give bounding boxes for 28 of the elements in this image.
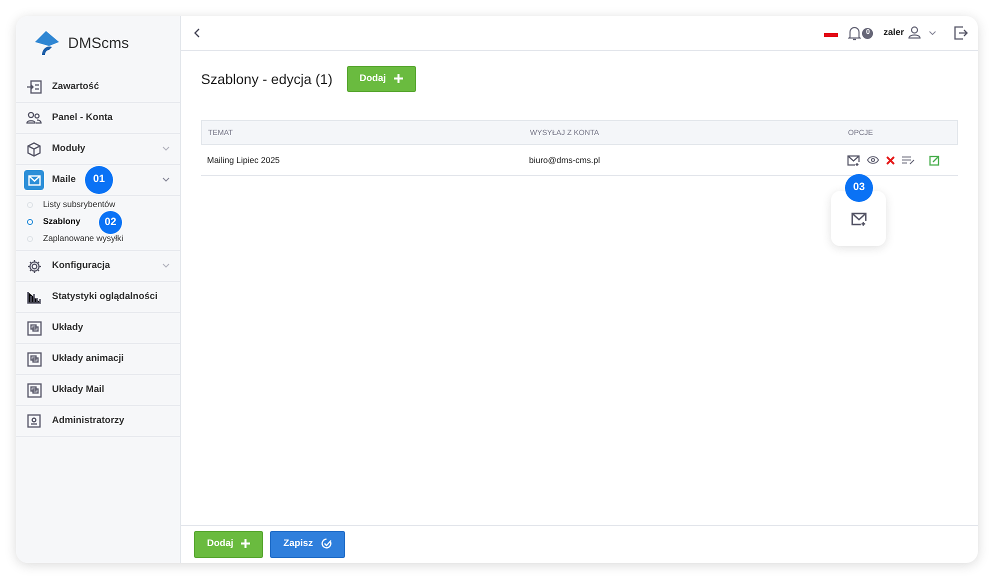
bullet-icon: [27, 218, 33, 224]
edit-list-icon: [902, 156, 916, 165]
sidebar-item[interactable]: Panel - Konta: [16, 103, 180, 134]
send-mail-icon: [847, 154, 860, 166]
sidebar-item[interactable]: Zawartość: [16, 72, 180, 103]
sidebar-item[interactable]: Układy: [16, 313, 180, 344]
bullet-icon: [27, 236, 33, 242]
page-title: Szablony - edycja (1): [201, 70, 333, 88]
table-cell-text: biuro@dms-cms.pl: [529, 154, 601, 167]
user-menu[interactable]: zaler: [883, 21, 936, 45]
sidebar-item[interactable]: Konfiguracja: [16, 251, 180, 282]
sidebar-item[interactable]: Układy Mail: [16, 375, 180, 406]
envelope-icon: [24, 170, 44, 190]
submenu-item[interactable]: Listy subsrybentów: [16, 196, 118, 213]
sidebar-item[interactable]: Statystyki oglądalności: [16, 282, 180, 313]
logo-text: DMScms: [68, 34, 129, 54]
sidebar-item[interactable]: Układy animacji: [16, 344, 180, 375]
bullet-icon: [27, 202, 33, 208]
send-mail-icon: [850, 212, 866, 226]
delete-icon: [886, 156, 895, 165]
caret-icon: [929, 31, 936, 35]
submenu-item[interactable]: Szablony: [16, 213, 82, 230]
sidebar-item[interactable]: Administratorzy: [16, 406, 180, 437]
eye-icon: [867, 156, 879, 164]
sidebar-item[interactable]: Moduły: [16, 134, 180, 165]
edit-icon: [929, 154, 940, 166]
table-cell-text: Mailing Lipiec 2025: [206, 154, 281, 167]
save-button[interactable]: Zapisz: [270, 531, 345, 558]
